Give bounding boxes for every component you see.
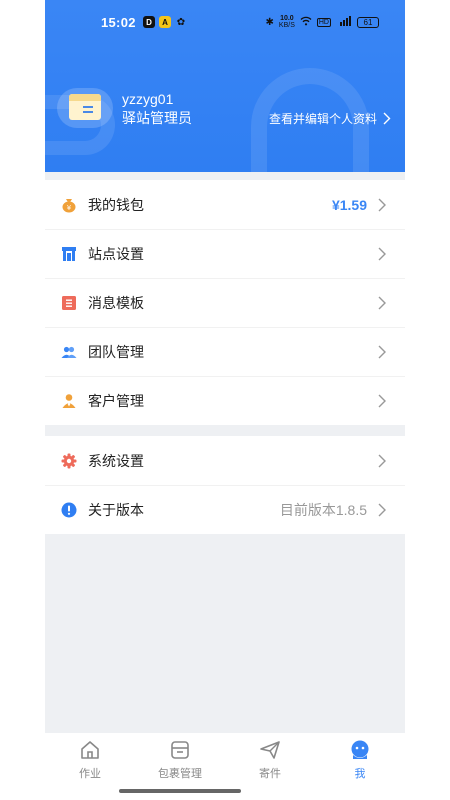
menu-item-label: 我的钱包 — [88, 196, 144, 213]
status-app-badges: D A ✿ — [143, 16, 187, 28]
chevron-right-icon — [378, 454, 386, 467]
nav-label: 作业 — [79, 768, 101, 780]
bluetooth-icon: ✱ — [265, 16, 274, 28]
message-template-icon — [61, 295, 77, 311]
chevron-right-icon — [378, 394, 386, 407]
menu-item-message-template[interactable]: 消息模板 — [45, 278, 405, 327]
chevron-right-icon — [378, 296, 386, 309]
wechat-icon: ✿ — [176, 16, 186, 28]
home-indicator[interactable] — [119, 789, 241, 793]
menu-item-team-management[interactable]: 团队管理 — [45, 327, 405, 376]
notification-app-icon: D — [143, 16, 155, 28]
chevron-right-icon — [378, 247, 386, 260]
menu-item-label: 客户管理 — [88, 392, 144, 409]
menu-section-secondary: 系统设置 关于版本 目前版本1.8.5 — [45, 436, 405, 534]
status-bar: 15:02 D A ✿ ✱ 10.0 KB/S HD 61 — [45, 12, 405, 36]
package-avatar-icon — [69, 94, 101, 120]
store-icon — [61, 246, 77, 262]
chevron-right-icon — [378, 503, 386, 516]
menu-item-label: 关于版本 — [88, 501, 144, 518]
network-speed: 10.0 KB/S — [278, 15, 295, 29]
info-icon — [61, 502, 77, 518]
chevron-right-icon — [378, 345, 386, 358]
menu-item-system-settings[interactable]: 系统设置 — [45, 436, 405, 485]
nav-tab-me[interactable]: 我 — [315, 733, 405, 800]
wifi-icon — [300, 16, 312, 29]
customer-icon — [61, 393, 77, 409]
edit-profile-label: 查看并编辑个人资料 — [268, 112, 377, 126]
edit-profile-link[interactable]: 查看并编辑个人资料 — [269, 110, 391, 127]
team-icon — [61, 344, 77, 360]
battery-icon: 61 — [357, 16, 379, 28]
menu-item-wallet[interactable]: ¥ 我的钱包 ¥1.59 — [45, 180, 405, 229]
nav-label: 包裹管理 — [158, 768, 202, 780]
menu-section-primary: ¥ 我的钱包 ¥1.59 站点设置 消息模板 团队管理 客户管理 — [45, 180, 405, 425]
send-icon — [260, 741, 280, 759]
user-role: 驿站管理员 — [122, 110, 192, 126]
chevron-right-icon — [383, 112, 391, 125]
menu-item-label: 消息模板 — [88, 294, 144, 311]
gear-icon — [61, 453, 77, 469]
nav-label: 我 — [354, 768, 366, 780]
hd-icon: HD — [316, 17, 331, 27]
chevron-right-icon — [378, 198, 386, 211]
avatar[interactable] — [57, 88, 113, 128]
username: yzzyg01 — [122, 91, 174, 107]
app-version: 目前版本1.8.5 — [279, 501, 367, 518]
menu-item-site-settings[interactable]: 站点设置 — [45, 229, 405, 278]
profile-header: 15:02 D A ✿ ✱ 10.0 KB/S HD 61 yzzyg01 驿站… — [45, 0, 405, 172]
money-bag-icon: ¥ — [61, 197, 77, 213]
status-time: 15:02 — [101, 15, 136, 30]
menu-item-about-version[interactable]: 关于版本 目前版本1.8.5 — [45, 485, 405, 534]
signal-icon — [336, 15, 352, 29]
home-icon — [81, 741, 99, 759]
menu-item-customer-management[interactable]: 客户管理 — [45, 376, 405, 425]
package-icon — [171, 741, 189, 759]
status-indicators: ✱ 10.0 KB/S HD 61 — [266, 15, 379, 29]
notification-app-icon: A — [159, 16, 171, 28]
wallet-balance: ¥1.59 — [331, 196, 367, 213]
svg-text:¥: ¥ — [67, 203, 72, 211]
nav-label: 寄件 — [259, 768, 281, 780]
menu-item-label: 站点设置 — [88, 245, 144, 262]
menu-item-label: 系统设置 — [88, 452, 144, 469]
app-screen: 15:02 D A ✿ ✱ 10.0 KB/S HD 61 yzzyg01 驿站… — [45, 0, 405, 800]
menu-item-label: 团队管理 — [88, 343, 144, 360]
profile-icon — [351, 740, 369, 759]
